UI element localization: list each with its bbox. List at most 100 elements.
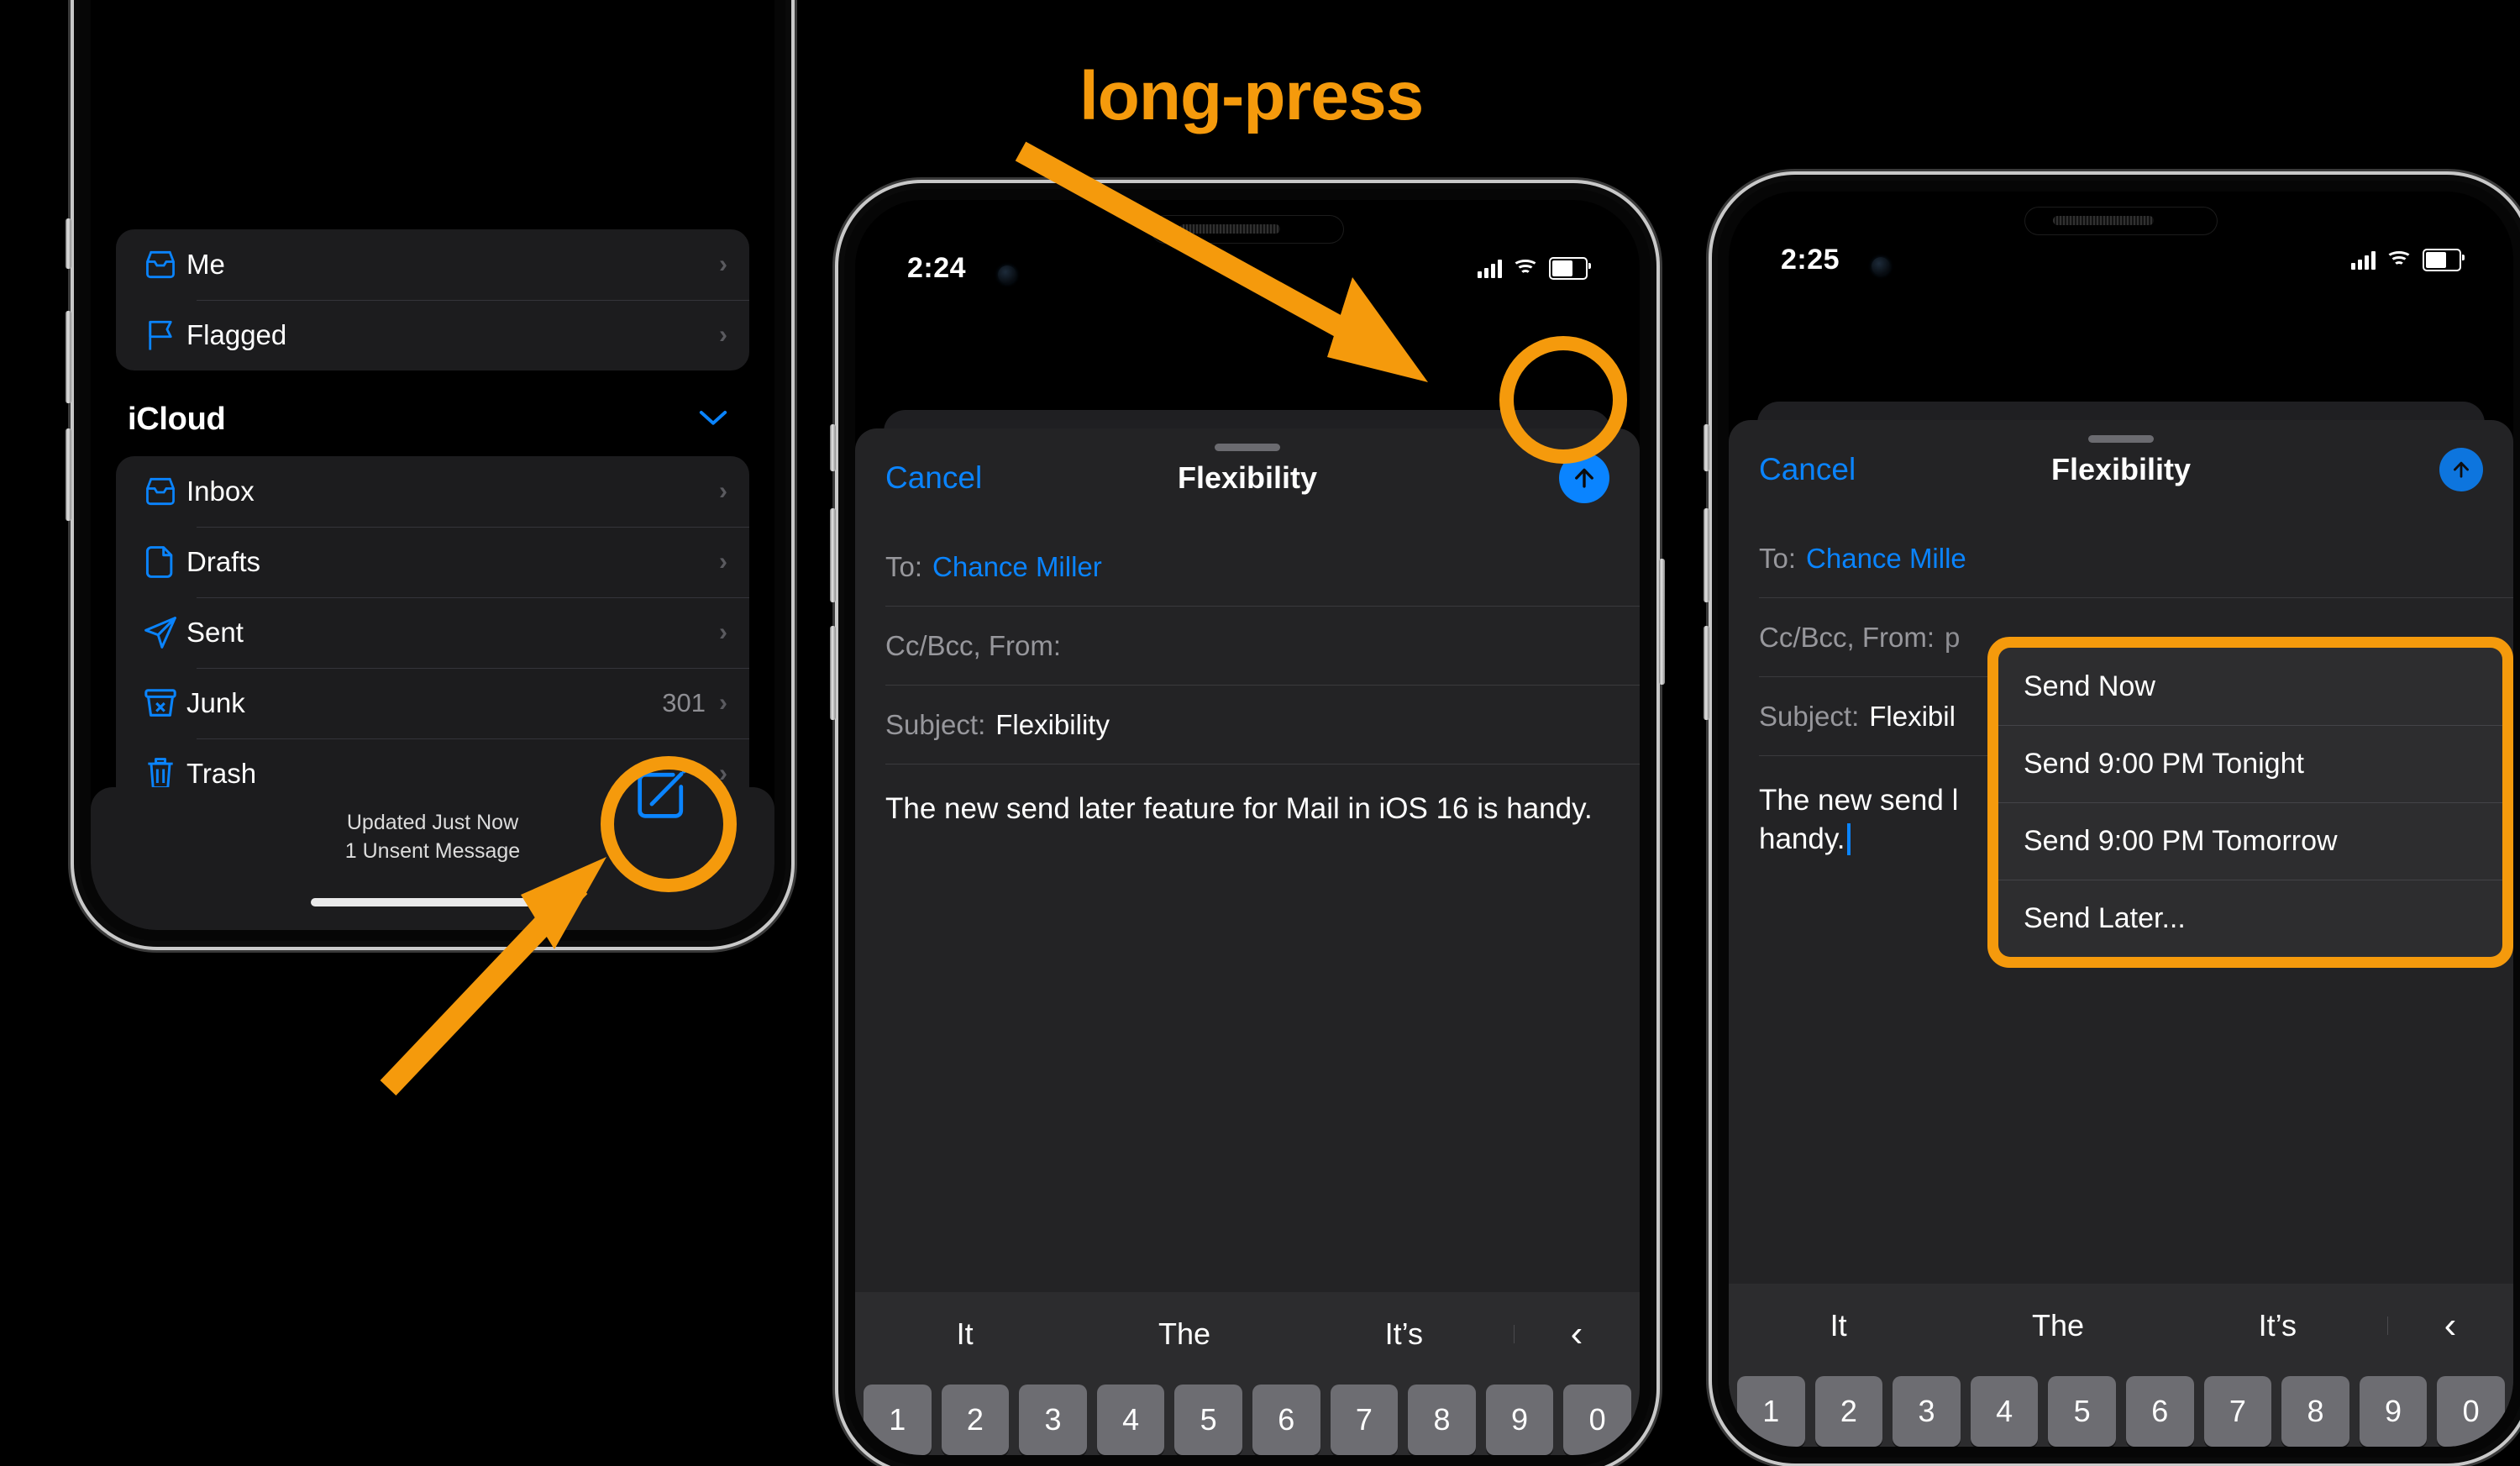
suggestion-0[interactable]: It — [1729, 1308, 1948, 1343]
send-button[interactable] — [2439, 448, 2483, 491]
status-bar: 2:24 — [855, 252, 1640, 285]
mute-switch[interactable] — [1704, 424, 1709, 471]
power-button[interactable] — [1659, 559, 1665, 685]
section-title: iCloud — [128, 402, 226, 437]
key-9[interactable]: 9 — [2359, 1376, 2428, 1447]
keyboard-number-row: 1234567890 — [1729, 1368, 2513, 1447]
volume-down-button[interactable] — [1704, 626, 1709, 720]
field-label: To: — [1759, 543, 1797, 574]
field-subject[interactable]: Subject: Flexibility — [855, 686, 1640, 765]
volume-up-button[interactable] — [830, 508, 836, 602]
mute-switch[interactable] — [830, 424, 836, 471]
mailbox-row-inbox[interactable]: Inbox › — [116, 456, 749, 527]
key-4[interactable]: 4 — [1096, 1385, 1165, 1455]
phone-compose-send-menu: 2:25 Cancel Flexibility To: Chance Mille… — [1704, 181, 2520, 1458]
key-0[interactable]: 0 — [2437, 1376, 2505, 1447]
chevron-right-icon: › — [719, 618, 727, 646]
volume-up-button[interactable] — [1704, 508, 1709, 602]
field-value: Flexibility — [995, 709, 1110, 740]
chevron-left-icon[interactable]: ‹ — [2386, 1305, 2513, 1347]
compose-nav-bar: Cancel Flexibility — [1729, 420, 2513, 519]
key-9[interactable]: 9 — [1485, 1385, 1554, 1455]
chevron-left-icon[interactable]: ‹ — [1513, 1313, 1640, 1355]
status-clock: 2:24 — [907, 252, 967, 284]
key-2[interactable]: 2 — [941, 1385, 1010, 1455]
key-7[interactable]: 7 — [2203, 1376, 2272, 1447]
field-label: Subject: — [1759, 701, 1860, 732]
mailbox-label: Junk — [186, 687, 245, 718]
key-5[interactable]: 5 — [2048, 1376, 2116, 1447]
section-header-icloud[interactable]: iCloud — [91, 376, 774, 453]
key-6[interactable]: 6 — [1252, 1385, 1320, 1455]
key-1[interactable]: 1 — [864, 1385, 932, 1455]
chevron-down-icon[interactable] — [699, 407, 727, 433]
key-3[interactable]: 3 — [1893, 1376, 1961, 1447]
field-to[interactable]: To: Chance Miller — [855, 528, 1640, 607]
annotation-label: long-press — [1079, 58, 1424, 134]
suggestion-1[interactable]: The — [1074, 1316, 1294, 1352]
mailbox-row-drafts[interactable]: Drafts › — [116, 527, 749, 597]
keyboard: It The It’s ‹ 1234567890 — [855, 1292, 1640, 1455]
chevron-right-icon: › — [719, 321, 727, 349]
mailbox-row-junk[interactable]: Junk 301 › — [116, 668, 749, 738]
home-indicator[interactable] — [311, 898, 554, 906]
send-option-1[interactable]: Send 9:00 PM Tonight — [1998, 725, 2502, 802]
volume-down-button[interactable] — [830, 626, 836, 720]
inbox-icon — [134, 249, 186, 281]
suggestion-0[interactable]: It — [855, 1316, 1074, 1352]
mute-switch[interactable] — [66, 218, 71, 269]
key-1[interactable]: 1 — [1737, 1376, 1805, 1447]
field-label: Cc/Bcc, From: — [885, 630, 1062, 661]
key-6[interactable]: 6 — [2125, 1376, 2194, 1447]
highlight-ring-compose — [601, 756, 737, 892]
battery-icon — [1549, 257, 1591, 280]
screenshot-root: Me › Flagged › iCloud Inbox › Drafts › S… — [0, 0, 2520, 1466]
drafts-icon — [134, 544, 186, 581]
field-value: Chance Miller — [932, 551, 1102, 582]
key-2[interactable]: 2 — [1814, 1376, 1883, 1447]
battery-icon — [2423, 249, 2465, 271]
key-3[interactable]: 3 — [1019, 1385, 1087, 1455]
chevron-right-icon: › — [719, 250, 727, 278]
suggestion-2[interactable]: It’s — [1294, 1316, 1514, 1352]
mailbox-label: Me — [186, 249, 225, 280]
key-7[interactable]: 7 — [1330, 1385, 1399, 1455]
cancel-button[interactable]: Cancel — [885, 460, 982, 496]
dynamic-island — [1151, 215, 1344, 244]
suggestion-2[interactable]: It’s — [2168, 1308, 2387, 1343]
send-arrow-up-icon — [1575, 468, 1593, 488]
compose-sheet: Cancel Flexibility To: Chance Mille Cc/B… — [1729, 420, 2513, 1447]
send-option-2[interactable]: Send 9:00 PM Tomorrow — [1998, 802, 2502, 880]
field-label: To: — [885, 551, 923, 582]
sent-icon — [134, 614, 186, 651]
key-0[interactable]: 0 — [1563, 1385, 1631, 1455]
key-5[interactable]: 5 — [1174, 1385, 1242, 1455]
chevron-right-icon: › — [719, 548, 727, 575]
field-value: Flexibil — [1869, 701, 1956, 732]
suggestion-1[interactable]: The — [1948, 1308, 2167, 1343]
mailbox-row-me[interactable]: Me › — [116, 229, 749, 300]
mailbox-label: Sent — [186, 617, 244, 648]
mailbox-row-flagged[interactable]: Flagged › — [116, 300, 749, 370]
field-to[interactable]: To: Chance Mille — [1729, 519, 2513, 598]
compose-sheet: Cancel Flexibility To: Chance Miller Cc/… — [855, 428, 1640, 1455]
junk-icon — [134, 686, 186, 721]
field-label: Subject: — [885, 709, 986, 740]
volume-down-button[interactable] — [66, 428, 71, 521]
phone3-screen: 2:25 Cancel Flexibility To: Chance Mille… — [1729, 192, 2513, 1447]
message-body[interactable]: The new send later feature for Mail in i… — [855, 765, 1640, 828]
key-8[interactable]: 8 — [2281, 1376, 2349, 1447]
field-ccbcc-from[interactable]: Cc/Bcc, From: — [855, 607, 1640, 686]
send-option-3[interactable]: Send Later... — [1998, 880, 2502, 957]
chevron-right-icon: › — [719, 477, 727, 505]
volume-up-button[interactable] — [66, 311, 71, 403]
key-8[interactable]: 8 — [1408, 1385, 1476, 1455]
send-option-0[interactable]: Send Now — [1998, 648, 2502, 725]
key-4[interactable]: 4 — [1970, 1376, 2039, 1447]
top-mailbox-group: Me › Flagged › — [91, 229, 774, 370]
wifi-icon — [1512, 260, 1539, 277]
field-value: Chance Mille — [1806, 543, 1966, 574]
mailbox-row-sent[interactable]: Sent › — [116, 597, 749, 668]
keyboard: It The It’s ‹ 1234567890 — [1729, 1284, 2513, 1447]
cancel-button[interactable]: Cancel — [1759, 452, 1856, 487]
